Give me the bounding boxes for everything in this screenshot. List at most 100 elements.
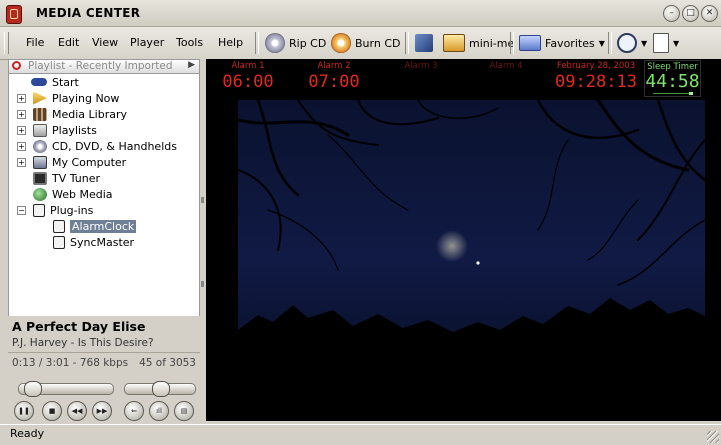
tree-item-label: TV Tuner: [52, 171, 101, 185]
tree-item-tv-tuner[interactable]: TV Tuner: [33, 170, 100, 186]
tree-item-playlists[interactable]: + Playlists: [17, 122, 97, 138]
menu-view[interactable]: View: [92, 36, 118, 49]
alarm-time: 06:00: [222, 72, 274, 92]
tree-item-web-media[interactable]: Web Media: [33, 186, 113, 202]
view-scheme-button[interactable]: ▼: [653, 31, 679, 55]
tree-item-label: CD, DVD, & Handhelds: [52, 139, 177, 153]
chevron-down-icon: ▼: [641, 38, 648, 48]
close-button[interactable]: ✕: [701, 5, 718, 22]
plugins-icon: [33, 203, 45, 217]
tree-item-label: My Computer: [52, 155, 127, 169]
burn-cd-button[interactable]: Burn CD: [331, 31, 400, 55]
tree-item-media-library[interactable]: + Media Library: [17, 106, 127, 122]
playlist-selector[interactable]: Playlist - Recently Imported ▶: [8, 59, 200, 74]
collapse-icon[interactable]: −: [17, 206, 26, 215]
tree-item-label: Start: [52, 75, 79, 89]
search-icon: [617, 33, 637, 53]
navigation-tree: Start + Playing Now + Media Library + Pl…: [8, 74, 200, 316]
volume-slider[interactable]: [124, 381, 196, 397]
pause-button[interactable]: ❚❚: [14, 401, 34, 421]
divider: [8, 352, 200, 353]
document-icon: [653, 33, 669, 53]
sleep-timer-time: 44:58: [645, 71, 700, 92]
expand-icon[interactable]: +: [17, 158, 26, 167]
alarm-3[interactable]: Alarm 3: [391, 61, 451, 71]
search-button[interactable]: ▼: [617, 31, 647, 55]
mini-me-icon: [443, 34, 465, 52]
tree-item-start[interactable]: Start: [31, 74, 79, 90]
play-arrow-icon[interactable]: ▶: [188, 60, 195, 70]
cd-icon: [33, 139, 47, 153]
favorites-label: Favorites: [545, 36, 595, 50]
stop-button[interactable]: ■: [42, 401, 62, 421]
menu-file[interactable]: File: [26, 36, 44, 49]
burn-cd-icon: [331, 33, 351, 53]
toolbar-separator: [608, 32, 612, 54]
splitter-arrow-icon: [201, 197, 204, 203]
tree-item-label: Playlists: [52, 123, 97, 137]
expand-icon[interactable]: +: [17, 142, 26, 151]
menu-help[interactable]: Help: [218, 36, 243, 49]
seek-slider[interactable]: [18, 381, 114, 397]
playlist-view-button[interactable]: ▤: [174, 401, 194, 421]
mini-me-button[interactable]: mini-me: [443, 31, 514, 55]
alarm-1[interactable]: Alarm 1 06:00: [218, 61, 278, 92]
tv-icon: [33, 171, 47, 185]
media-library-icon: [33, 107, 47, 121]
chevron-down-icon: ▼: [673, 38, 680, 48]
expand-icon[interactable]: +: [17, 94, 26, 103]
tree-item-cd-dvd-handhelds[interactable]: + CD, DVD, & Handhelds: [17, 138, 177, 154]
favorites-icon: [519, 35, 541, 51]
volume-slider-knob[interactable]: [152, 381, 170, 397]
sleep-timer[interactable]: Sleep Timer 44:58: [644, 60, 701, 97]
playlist-selector-label: Playlist - Recently Imported: [28, 60, 173, 72]
music-notes-button[interactable]: [415, 31, 433, 55]
favorites-button[interactable]: Favorites ▼: [519, 31, 605, 55]
sleep-timer-bar: [653, 93, 691, 94]
web-media-icon: [33, 187, 47, 201]
tree-item-label: Playing Now: [52, 91, 120, 105]
equalizer-button[interactable]: ıll: [149, 401, 169, 421]
burn-cd-label: Burn CD: [355, 36, 401, 50]
status-bar: Ready: [0, 424, 721, 445]
rip-cd-icon: [265, 33, 285, 53]
back-button[interactable]: ⇐: [124, 401, 144, 421]
menu-tools[interactable]: Tools: [176, 36, 203, 49]
next-button[interactable]: ▶▶: [92, 401, 112, 421]
tree-item-my-computer[interactable]: + My Computer: [17, 154, 126, 170]
rip-cd-label: Rip CD: [289, 36, 327, 50]
tree-item-syncmaster[interactable]: SyncMaster: [53, 234, 134, 250]
music-notes-icon: [415, 34, 433, 52]
toolbar-separator: [405, 32, 409, 54]
previous-button[interactable]: ◀◀: [67, 401, 87, 421]
tree-item-playing-now[interactable]: + Playing Now: [17, 90, 119, 106]
alarm-label: Alarm 2: [317, 61, 351, 71]
playlists-icon: [33, 123, 47, 137]
tree-item-alarmclock[interactable]: AlarmClock: [53, 218, 137, 234]
plugin-icon: [53, 235, 65, 249]
tree-item-plug-ins[interactable]: − Plug-ins: [17, 202, 93, 218]
tree-item-label: Plug-ins: [50, 203, 94, 217]
alarm-2[interactable]: Alarm 2 07:00: [304, 61, 364, 92]
resize-grip[interactable]: [707, 431, 719, 443]
seek-slider-knob[interactable]: [24, 381, 42, 397]
minimize-button[interactable]: –: [663, 5, 680, 22]
alarm-4[interactable]: Alarm 4: [476, 61, 536, 71]
window-title: MEDIA CENTER: [36, 6, 141, 20]
rip-cd-button[interactable]: Rip CD: [265, 31, 326, 55]
splitter-arrow-icon: [201, 281, 204, 287]
toolbar-grip[interactable]: [4, 32, 9, 54]
track-index: 45 of 3053: [139, 357, 196, 369]
maximize-button[interactable]: □: [682, 5, 699, 22]
night-sky-moon-image: [238, 100, 705, 421]
status-text: Ready: [10, 427, 45, 440]
start-icon: [31, 78, 47, 86]
menu-toolbar: File Edit View Player Tools Help Rip CD …: [0, 27, 721, 60]
computer-icon: [33, 155, 47, 169]
expand-icon[interactable]: +: [17, 126, 26, 135]
menu-edit[interactable]: Edit: [58, 36, 79, 49]
target-icon: [12, 61, 21, 70]
expand-icon[interactable]: +: [17, 110, 26, 119]
menu-player[interactable]: Player: [130, 36, 164, 49]
media-center-app-icon[interactable]: [6, 5, 22, 24]
